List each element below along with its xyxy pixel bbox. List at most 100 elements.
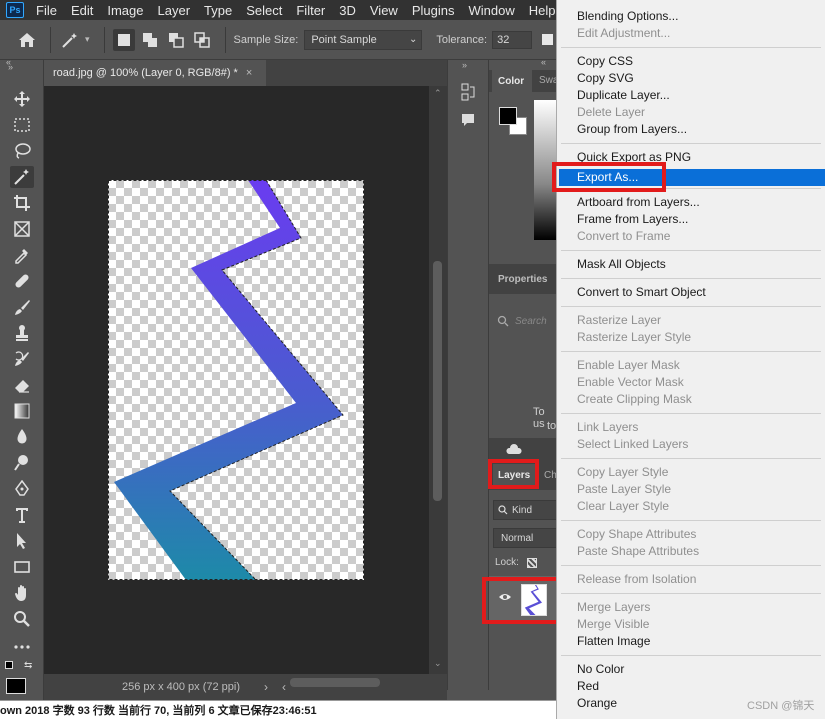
context-menu-item[interactable]: Orange: [577, 696, 617, 710]
sample-size-select[interactable]: Point Sample ⌄: [304, 29, 423, 50]
chevron-down-icon[interactable]: ▾: [85, 34, 90, 45]
chevron-left-icon[interactable]: ‹: [282, 680, 286, 694]
menu-separator: [561, 47, 821, 48]
document-tab[interactable]: road.jpg @ 100% (Layer 0, RGB/8#) * ×: [44, 60, 266, 86]
frame-tool-icon[interactable]: [10, 218, 34, 240]
menu-separator: [561, 458, 821, 459]
menu-separator: [561, 143, 821, 144]
context-menu-item: Convert to Frame: [577, 229, 671, 243]
lock-row: Lock:: [495, 557, 537, 568]
context-menu-item[interactable]: Frame from Layers...: [577, 212, 688, 226]
menu-file[interactable]: File: [36, 3, 57, 18]
context-menu-item[interactable]: Mask All Objects: [577, 257, 666, 271]
blend-mode-select[interactable]: Normal: [493, 528, 559, 548]
tab-channels[interactable]: Ch: [544, 470, 557, 481]
context-menu-item[interactable]: Convert to Smart Object: [577, 285, 706, 299]
tolerance-input[interactable]: 32: [492, 30, 533, 49]
magic-wand-preset-icon[interactable]: [59, 29, 81, 51]
scroll-up-icon[interactable]: ⌃: [434, 88, 442, 99]
pen-tool-icon[interactable]: [10, 478, 34, 500]
menu-window[interactable]: Window: [468, 3, 514, 18]
vertical-scrollbar[interactable]: ⌃ ⌄: [429, 86, 447, 674]
marquee-tool-icon[interactable]: [10, 114, 34, 136]
document-title: road.jpg @ 100% (Layer 0, RGB/8#) *: [53, 67, 238, 79]
context-menu-item[interactable]: Flatten Image: [577, 634, 650, 648]
rectangle-tool-icon[interactable]: [10, 556, 34, 578]
new-selection-button[interactable]: [112, 28, 135, 51]
tab-color[interactable]: Color: [492, 70, 532, 92]
clone-stamp-tool-icon[interactable]: [10, 322, 34, 344]
swap-colors-icon[interactable]: ⇆: [24, 660, 32, 671]
search-placeholder: Search: [515, 315, 547, 327]
intersect-selection-button[interactable]: [191, 29, 213, 51]
document-image[interactable]: [108, 180, 364, 580]
eraser-tool-icon[interactable]: [10, 374, 34, 396]
add-to-selection-button[interactable]: [139, 29, 161, 51]
menu-filter[interactable]: Filter: [296, 3, 325, 18]
gradient-tool-icon[interactable]: [10, 400, 34, 422]
collapse-icon[interactable]: »: [462, 60, 467, 70]
menu-help[interactable]: Help: [529, 3, 556, 18]
eyedropper-tool-icon[interactable]: [10, 244, 34, 266]
menu-image[interactable]: Image: [107, 3, 143, 18]
history-brush-tool-icon[interactable]: [10, 348, 34, 370]
menu-edit[interactable]: Edit: [71, 3, 93, 18]
search-icon: [497, 315, 509, 327]
menu-layer[interactable]: Layer: [158, 3, 191, 18]
history-icon[interactable]: [458, 82, 478, 102]
context-menu-item: Merge Layers: [577, 600, 651, 614]
context-menu-item[interactable]: Artboard from Layers...: [577, 195, 700, 209]
context-menu-item: Link Layers: [577, 420, 639, 434]
menu-type[interactable]: Type: [204, 3, 232, 18]
move-tool-icon[interactable]: [10, 88, 34, 110]
context-menu-item[interactable]: Duplicate Layer...: [577, 88, 670, 102]
road-shape: [108, 180, 364, 580]
context-menu-item[interactable]: Copy SVG: [577, 71, 634, 85]
collapse-icon[interactable]: «: [6, 57, 11, 67]
layer-kind-filter[interactable]: Kind: [493, 500, 559, 520]
context-menu-item[interactable]: No Color: [577, 662, 624, 676]
comments-icon[interactable]: [458, 110, 478, 130]
blur-tool-icon[interactable]: [10, 426, 34, 448]
crop-tool-icon[interactable]: [10, 192, 34, 214]
anti-alias-checkbox[interactable]: [542, 34, 554, 45]
context-menu-item[interactable]: Copy CSS: [577, 54, 633, 68]
context-menu-item: Clear Layer Style: [577, 499, 670, 513]
hand-tool-icon[interactable]: [10, 582, 34, 604]
brush-tool-icon[interactable]: [10, 296, 34, 318]
menu-plugins[interactable]: Plugins: [412, 3, 455, 18]
dodge-tool-icon[interactable]: [10, 452, 34, 474]
zoom-tool-icon[interactable]: [10, 608, 34, 630]
lock-transparent-pixels-icon[interactable]: [526, 557, 537, 568]
properties-search[interactable]: Search: [497, 310, 557, 332]
menu-separator: [561, 250, 821, 251]
close-icon[interactable]: ×: [246, 67, 252, 79]
more-tools-icon[interactable]: [10, 636, 34, 658]
menu-select[interactable]: Select: [246, 3, 282, 18]
path-selection-tool-icon[interactable]: [10, 530, 34, 552]
collapse-icon[interactable]: «: [541, 57, 546, 67]
type-tool-icon[interactable]: [10, 504, 34, 526]
annotation-export-as: [552, 162, 666, 192]
context-menu-item[interactable]: Group from Layers...: [577, 122, 687, 136]
chevron-right-icon[interactable]: ›: [264, 680, 268, 694]
magic-wand-tool-icon[interactable]: [10, 166, 34, 188]
tools-panel: » ⇆: [0, 60, 44, 700]
foreground-color-swatch[interactable]: [6, 678, 26, 694]
context-menu-item: Paste Shape Attributes: [577, 544, 700, 558]
foreground-color-swatch[interactable]: [499, 107, 517, 125]
home-icon[interactable]: [16, 29, 38, 51]
default-colors-icon[interactable]: [5, 661, 13, 669]
horizontal-scrollbar-thumb[interactable]: [290, 678, 380, 687]
context-menu-item[interactable]: Blending Options...: [577, 9, 678, 23]
scroll-down-icon[interactable]: ⌄: [434, 658, 442, 669]
context-menu-item[interactable]: Red: [577, 679, 599, 693]
scrollbar-thumb[interactable]: [433, 261, 442, 501]
annotation-layers-tab: [488, 459, 539, 489]
healing-brush-tool-icon[interactable]: [10, 270, 34, 292]
menu-3d[interactable]: 3D: [339, 3, 356, 18]
lasso-tool-icon[interactable]: [10, 140, 34, 162]
subtract-from-selection-button[interactable]: [165, 29, 187, 51]
menu-view[interactable]: View: [370, 3, 398, 18]
properties-header[interactable]: Properties: [489, 264, 559, 294]
